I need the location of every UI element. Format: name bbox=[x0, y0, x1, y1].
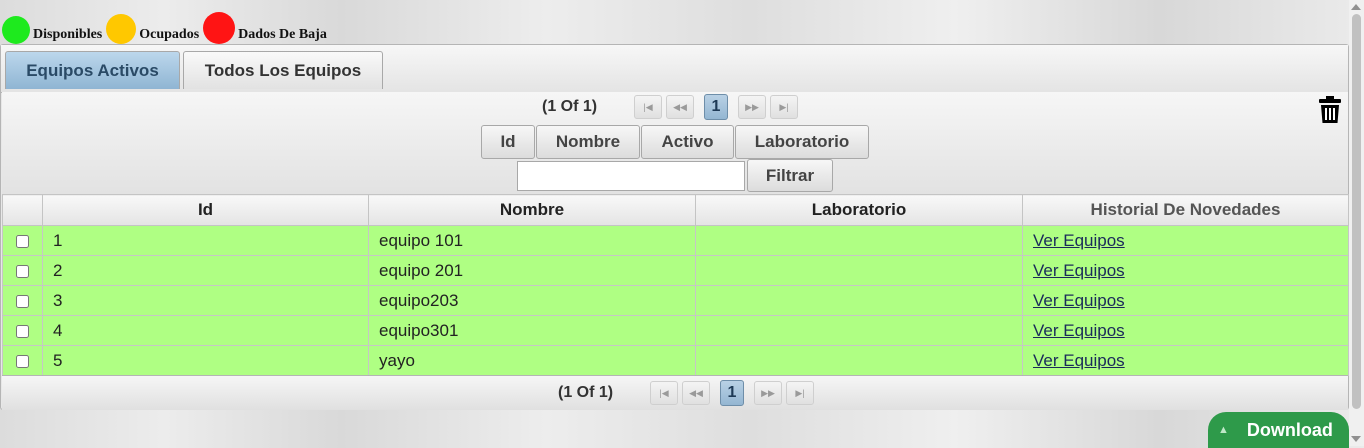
cell-id: 2 bbox=[42, 255, 369, 286]
next-page-icon[interactable]: ▶▶ bbox=[738, 95, 766, 119]
cell-nombre: equipo203 bbox=[368, 285, 696, 316]
page-number-button[interactable]: 1 bbox=[720, 380, 744, 406]
cell-laboratorio bbox=[695, 255, 1023, 286]
row-checkbox[interactable] bbox=[16, 354, 29, 368]
cell-nombre: equipo301 bbox=[368, 315, 696, 346]
table-header-row: Id Nombre Laboratorio Historial De Noved… bbox=[2, 194, 1349, 226]
column-toggle-activo[interactable]: Activo bbox=[641, 125, 734, 159]
cell-historial: Ver Equipos bbox=[1022, 255, 1349, 286]
download-label: Download bbox=[1246, 419, 1333, 440]
scroll-up-icon[interactable] bbox=[1351, 4, 1361, 10]
cell-nombre: equipo 101 bbox=[368, 225, 696, 256]
row-checkbox[interactable] bbox=[16, 294, 29, 308]
prev-page-icon[interactable]: ◀◀ bbox=[682, 381, 710, 405]
row-checkbox[interactable] bbox=[16, 234, 29, 248]
row-checkbox[interactable] bbox=[16, 324, 29, 338]
ver-equipos-link[interactable]: Ver Equipos bbox=[1033, 291, 1125, 310]
column-header-id[interactable]: Id bbox=[42, 194, 369, 226]
row-select-cell bbox=[2, 315, 43, 346]
vertical-scrollbar[interactable] bbox=[1349, 0, 1364, 446]
filter-button[interactable]: Filtrar bbox=[747, 159, 833, 192]
legend-item-ocupados: Ocupados bbox=[106, 14, 199, 44]
scroll-down-icon[interactable] bbox=[1351, 436, 1361, 442]
cell-id: 4 bbox=[42, 315, 369, 346]
column-header-nombre[interactable]: Nombre bbox=[368, 194, 696, 226]
first-page-icon[interactable]: |◀ bbox=[650, 381, 678, 405]
equipos-table: Id Nombre Laboratorio Historial De Noved… bbox=[2, 194, 1349, 376]
cell-historial: Ver Equipos bbox=[1022, 315, 1349, 346]
tab-todos-los-equipos[interactable]: Todos Los Equipos bbox=[183, 51, 383, 89]
table-row[interactable]: 1 equipo 101 Ver Equipos bbox=[2, 225, 1349, 256]
status-legend: Disponibles Ocupados Dados De Baja bbox=[2, 8, 331, 44]
table-header-panel: (1 Of 1) |◀ ◀◀ 1 ▶▶ ▶| Id Nombre Activo … bbox=[2, 92, 1348, 195]
download-button[interactable]: ▲ Download bbox=[1208, 412, 1349, 448]
page-report: (1 Of 1) bbox=[542, 98, 598, 115]
first-page-icon[interactable]: |◀ bbox=[634, 95, 662, 119]
cell-id: 3 bbox=[42, 285, 369, 316]
row-select-cell bbox=[2, 285, 43, 316]
cell-laboratorio bbox=[695, 285, 1023, 316]
table-row[interactable]: 3 equipo203 Ver Equipos bbox=[2, 285, 1349, 316]
cell-laboratorio bbox=[695, 345, 1023, 376]
green-dot-icon bbox=[2, 16, 30, 44]
legend-item-dados-de-baja: Dados De Baja bbox=[203, 12, 327, 44]
row-select-cell bbox=[2, 255, 43, 286]
ver-equipos-link[interactable]: Ver Equipos bbox=[1033, 351, 1125, 370]
legend-label: Ocupados bbox=[139, 27, 200, 42]
row-checkbox[interactable] bbox=[16, 264, 29, 278]
column-toggle-nombre[interactable]: Nombre bbox=[536, 125, 640, 159]
ver-equipos-link[interactable]: Ver Equipos bbox=[1033, 261, 1125, 280]
cell-laboratorio bbox=[695, 225, 1023, 256]
row-select-cell bbox=[2, 225, 43, 256]
filter-input[interactable] bbox=[517, 161, 745, 191]
cell-historial: Ver Equipos bbox=[1022, 285, 1349, 316]
cell-id: 1 bbox=[42, 225, 369, 256]
cell-nombre: yayo bbox=[368, 345, 696, 376]
table-footer-paginator: (1 Of 1) |◀ ◀◀ 1 ▶▶ ▶| bbox=[2, 375, 1348, 410]
table-row[interactable]: 5 yayo Ver Equipos bbox=[2, 345, 1349, 376]
tab-nav: Equipos Activos Todos Los Equipos bbox=[1, 45, 1348, 93]
last-page-icon[interactable]: ▶| bbox=[786, 381, 814, 405]
row-select-cell bbox=[2, 345, 43, 376]
column-header-historial: Historial De Novedades bbox=[1022, 194, 1349, 226]
table-row[interactable]: 2 equipo 201 Ver Equipos bbox=[2, 255, 1349, 286]
page-number-button[interactable]: 1 bbox=[704, 94, 728, 120]
last-page-icon[interactable]: ▶| bbox=[770, 95, 798, 119]
tab-view: Equipos Activos Todos Los Equipos (1 Of … bbox=[0, 44, 1349, 410]
cell-id: 5 bbox=[42, 345, 369, 376]
column-toggle-laboratorio[interactable]: Laboratorio bbox=[735, 125, 869, 159]
prev-page-icon[interactable]: ◀◀ bbox=[666, 95, 694, 119]
cell-historial: Ver Equipos bbox=[1022, 345, 1349, 376]
next-page-icon[interactable]: ▶▶ bbox=[754, 381, 782, 405]
red-dot-icon bbox=[203, 12, 236, 44]
ver-equipos-link[interactable]: Ver Equipos bbox=[1033, 231, 1125, 250]
yellow-dot-icon bbox=[106, 14, 137, 44]
ver-equipos-link[interactable]: Ver Equipos bbox=[1033, 321, 1125, 340]
cell-laboratorio bbox=[695, 315, 1023, 346]
table-row[interactable]: 4 equipo301 Ver Equipos bbox=[2, 315, 1349, 346]
page-report: (1 Of 1) bbox=[558, 384, 614, 401]
column-header-laboratorio[interactable]: Laboratorio bbox=[695, 194, 1023, 226]
column-toggle-id[interactable]: Id bbox=[481, 125, 535, 159]
scroll-thumb[interactable] bbox=[1352, 14, 1361, 409]
legend-item-disponibles: Disponibles bbox=[2, 16, 102, 44]
select-column-header bbox=[2, 194, 43, 226]
chevron-up-icon: ▲ bbox=[1218, 424, 1229, 436]
cell-historial: Ver Equipos bbox=[1022, 225, 1349, 256]
tab-equipos-activos[interactable]: Equipos Activos bbox=[5, 51, 180, 89]
legend-label: Disponibles bbox=[33, 27, 103, 42]
cell-nombre: equipo 201 bbox=[368, 255, 696, 286]
legend-label: Dados De Baja bbox=[238, 27, 327, 42]
trash-icon[interactable] bbox=[1318, 96, 1342, 124]
